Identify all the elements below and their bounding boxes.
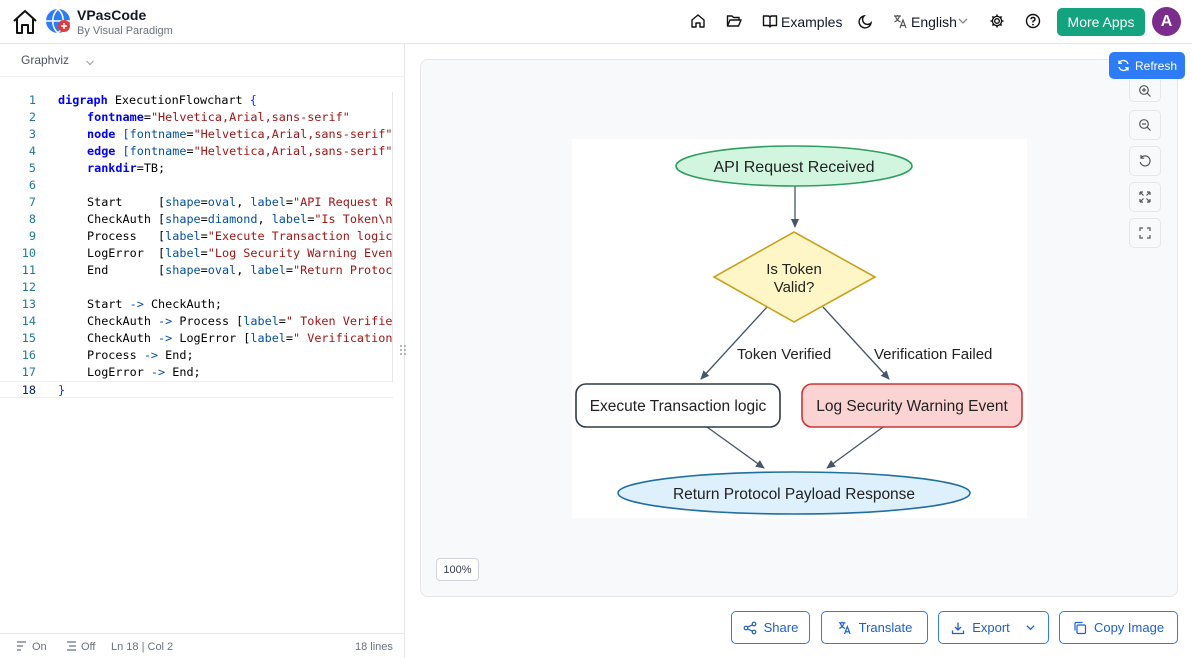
more-apps-button[interactable]: More Apps [1057,8,1145,36]
code-line: 3 node [fontname="Helvetica,Arial,sans-se… [28,127,393,141]
share-label: Share [763,620,799,635]
diagram-language-select[interactable]: Graphviz [21,53,69,67]
refresh-label: Refresh [1134,58,1178,73]
translate-label: Translate [858,620,913,635]
code-line: 6 [28,178,36,192]
code-line: 8 CheckAuth [shape=diamond, label="Is Tok… [28,212,393,226]
refresh-icon [1118,59,1129,72]
chevron-down-icon [1026,625,1035,631]
examples-link[interactable]: Examples [781,14,842,30]
node-error-label: Log Security Warning Event [816,398,1008,415]
folder-open-icon[interactable] [725,12,743,30]
avatar[interactable]: A [1152,7,1181,36]
fit-to-screen-button[interactable] [1129,182,1161,212]
vpascode-logo-icon [44,7,72,35]
export-button[interactable]: Export [938,611,1049,644]
code-line: 13 Start -> CheckAuth; [21,297,222,311]
share-button[interactable]: Share [731,611,810,644]
code-line: 16 Process -> End; [21,348,194,362]
zoom-out-button[interactable] [1129,110,1161,140]
editor-scroll-divider [392,92,393,382]
code-line-active: 18} [0,381,393,398]
brand-title: VPasCode [77,7,147,23]
code-line: 4 edge [fontname="Helvetica,Arial,sans-se… [28,144,393,158]
code-area[interactable]: 1 digraph ExecutionFlowchart { 2 fontname=… [0,92,393,402]
book-icon[interactable] [761,12,779,30]
fit-icon [1139,191,1151,203]
node-check-label-2: Valid? [774,279,815,296]
edge-fail-label: Verification Failed [874,346,992,363]
editor-status-bar: On Off Ln 18 | Col 2 18 lines [0,633,405,658]
rotate-icon [1139,155,1151,167]
copy-image-label: Copy Image [1093,620,1165,635]
reset-view-button[interactable] [1129,146,1161,176]
diagram-canvas[interactable]: API Request Received Is Token Valid? Tok… [572,139,1027,518]
code-line: 10 LogError [label="Log Security Warning … [21,246,393,260]
zoom-level-badge: 100% [436,558,479,581]
refresh-button[interactable]: Refresh [1109,52,1185,79]
help-icon[interactable] [1024,12,1042,30]
zoom-out-icon [1139,119,1151,131]
code-line: 14 CheckAuth -> Process [label=" Token Ve… [21,314,393,328]
gear-icon[interactable] [988,12,1006,30]
top-bar: VPasCode By Visual Paradigm Examples Eng… [0,0,1192,44]
code-line: 11End [shape=oval, label="Return Protoco… [21,263,393,277]
download-icon [952,622,965,634]
brand-subtitle: By Visual Paradigm [77,25,173,37]
node-process-label: Execute Transaction logic [590,398,767,415]
code-line: 12 [21,280,36,294]
language-icon[interactable] [891,12,909,30]
edge-error-end [826,426,884,469]
language-selector[interactable]: English [911,14,957,30]
node-start-label: API Request Received [714,159,875,176]
code-line: 17 LogError -> End; [21,365,201,379]
copy-icon [1074,621,1087,634]
code-line: 7 Start [shape=oval, label="API Request R… [28,195,393,209]
node-check-label-1: Is Token [766,261,822,278]
code-line: 2 fontname="Helvetica,Arial,sans-serif" [28,110,350,124]
code-line: 5 rankdir=TB; [28,161,166,175]
word-wrap-icon[interactable] [16,641,27,654]
minimap-icon[interactable] [66,641,77,654]
translate-icon [838,621,851,635]
code-editor-panel: Graphviz 1 digraph ExecutionFlowchart { 2… [0,44,406,658]
code-line: 15 CheckAuth -> LogError [label=" Verific… [21,331,393,345]
node-end-label: Return Protocol Payload Response [673,486,915,503]
panel-resize-handle[interactable] [399,344,411,360]
code-line: 9 Process [label="Execute Transaction log… [28,229,393,243]
translate-button[interactable]: Translate [821,611,928,644]
home-nav-icon[interactable] [689,12,707,30]
copy-image-button[interactable]: Copy Image [1059,611,1178,644]
edge-check-process [700,306,768,380]
edge-process-end [706,426,765,469]
home-icon[interactable] [11,8,39,36]
fullscreen-button[interactable] [1129,218,1161,248]
editor-divider [0,76,405,77]
minimap-status[interactable]: Off [81,641,95,653]
zoom-in-icon [1139,84,1151,97]
chevron-down-icon[interactable] [85,55,95,73]
share-icon [743,621,757,634]
dark-mode-icon[interactable] [857,12,875,30]
edge-check-error [822,306,890,380]
cursor-position: Ln 18 | Col 2 [111,641,174,653]
word-wrap-status[interactable]: On [32,641,47,653]
line-count: 18 lines [355,641,393,653]
export-label: Export [972,620,1010,635]
zoom-in-button[interactable] [1129,80,1161,102]
chevron-down-icon[interactable] [954,12,972,30]
code-line: 1 digraph ExecutionFlowchart { [28,93,257,107]
fullscreen-icon [1139,227,1151,239]
edge-ok-label: Token Verified [737,346,831,363]
